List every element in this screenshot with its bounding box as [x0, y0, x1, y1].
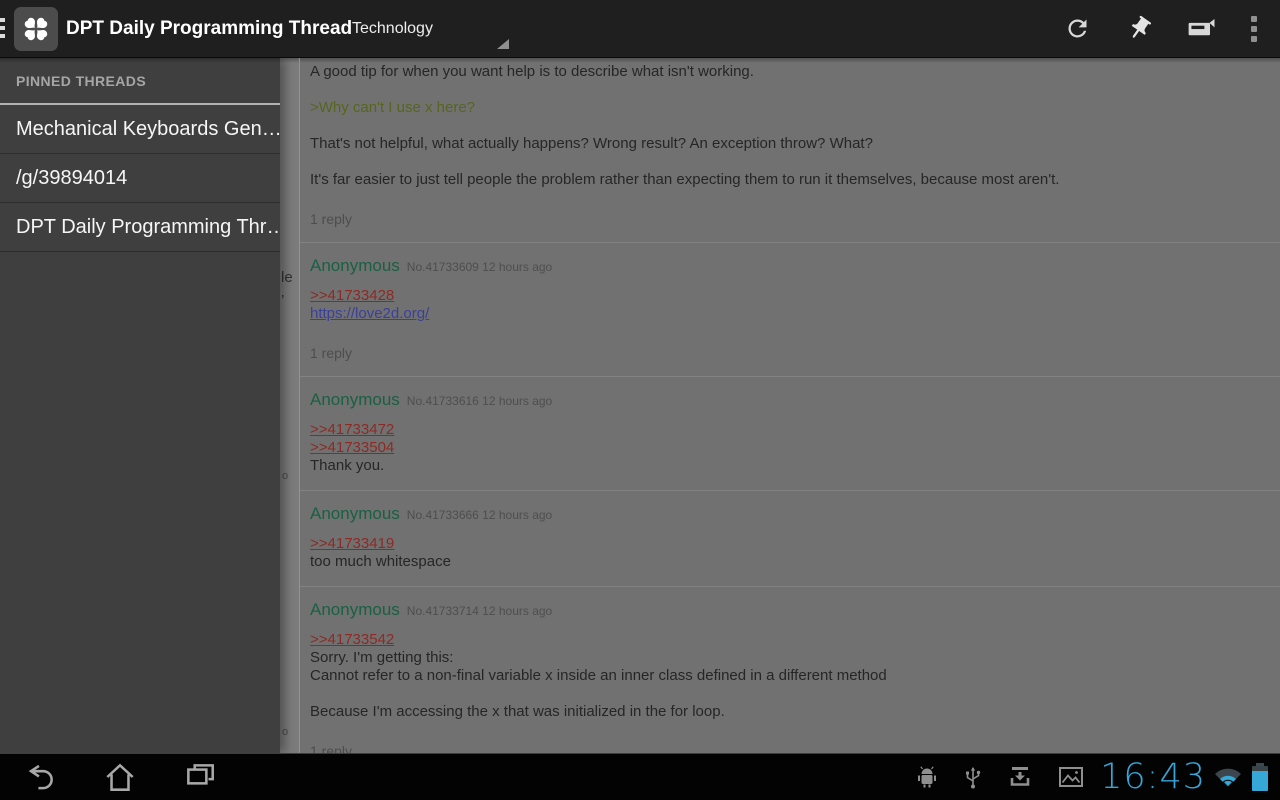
post-meta: No.41733666 12 hours ago [407, 508, 552, 522]
post[interactable]: A good tip for when you want help is to … [300, 58, 1280, 243]
pin-button[interactable] [1108, 0, 1170, 57]
clipped-text-fragment: le [281, 269, 293, 286]
recent-apps-button[interactable] [160, 754, 240, 800]
post-text: Because I'm accessing the x that was ini… [310, 703, 1268, 721]
app-logo-button[interactable] [14, 7, 58, 51]
post-meta: No.41733616 12 hours ago [407, 394, 552, 408]
quote-link[interactable]: >>41733428 [310, 287, 1268, 305]
post-meta: No.41733609 12 hours ago [407, 260, 552, 274]
greentext: >Why can't I use x here? [310, 99, 1268, 117]
post[interactable]: Anonymous No.41733616 12 hours ago >>41733… [300, 377, 1280, 491]
clover-logo-icon [18, 11, 54, 47]
quote-link[interactable]: >>41733419 [310, 535, 1268, 553]
post-header: Anonymous No.41733609 12 hours ago [310, 256, 1268, 276]
post[interactable]: Anonymous No.41733666 12 hours ago >>41733… [300, 491, 1280, 587]
underlay: le ’ o o [280, 58, 300, 753]
download-done-icon [1008, 765, 1032, 789]
blank-line [310, 81, 1268, 99]
replies-count[interactable]: 1 reply [310, 211, 1268, 227]
quote-link[interactable]: >>41733542 [310, 631, 1268, 649]
reply-button[interactable] [1170, 0, 1232, 57]
blank-line [310, 685, 1268, 703]
post-text: Cannot refer to a non-final variable x i… [310, 667, 1268, 685]
post-meta: No.41733714 12 hours ago [407, 604, 552, 618]
post[interactable]: Anonymous No.41733609 12 hours ago >>41733… [300, 243, 1280, 377]
android-debug-icon [916, 765, 938, 789]
post-text: That's not helpful, what actually happen… [310, 135, 1268, 153]
post-text: too much whitespace [310, 553, 1268, 571]
spinner-caret-icon [497, 39, 509, 49]
replies-count[interactable]: 1 reply [310, 743, 1268, 753]
poster-name: Anonymous [310, 504, 400, 523]
refresh-icon [1064, 15, 1091, 42]
poster-name: Anonymous [310, 390, 400, 409]
overflow-menu-icon [1250, 16, 1258, 42]
back-button[interactable] [0, 754, 80, 800]
refresh-button[interactable] [1046, 0, 1108, 57]
board-spinner[interactable]: Technology [352, 0, 433, 57]
clock: 16:43 [1100, 754, 1206, 800]
navigation-drawer: PINNED THREADS Mechanical Keyboards Gen…… [0, 58, 280, 753]
thread-view[interactable]: A good tip for when you want help is to … [300, 58, 1280, 753]
overflow-menu-button[interactable] [1232, 0, 1276, 57]
battery-icon [1252, 763, 1268, 791]
quote-link[interactable]: >>41733472 [310, 421, 1268, 439]
poster-name: Anonymous [310, 600, 400, 619]
home-button[interactable] [80, 754, 160, 800]
drawer-list: Mechanical Keyboards Gen…/g/39894014DPT … [0, 105, 280, 252]
clipped-text-fragment: ’ [281, 292, 284, 309]
menu-icon[interactable] [0, 18, 5, 42]
post-text: Thank you. [310, 457, 1268, 475]
back-icon [22, 759, 58, 795]
quote-link[interactable]: >>41733504 [310, 439, 1268, 457]
drawer-item[interactable]: DPT Daily Programming Thr… [0, 203, 280, 252]
post-list: A good tip for when you want help is to … [300, 58, 1280, 753]
drawer-item[interactable]: Mechanical Keyboards Gen… [0, 105, 280, 154]
drawer-header: PINNED THREADS [0, 58, 280, 105]
post-text: Sorry. I'm getting this: [310, 649, 1268, 667]
url-link[interactable]: https://love2d.org/ [310, 305, 1268, 323]
post-text: A good tip for when you want help is to … [310, 63, 1268, 81]
blank-line [310, 117, 1268, 135]
poster-name: Anonymous [310, 256, 400, 275]
post-text: It's far easier to just tell people the … [310, 171, 1268, 189]
blank-line [310, 153, 1268, 171]
post[interactable]: Anonymous No.41733714 12 hours ago >>41733… [300, 587, 1280, 753]
post-header: Anonymous No.41733666 12 hours ago [310, 504, 1268, 524]
reply-icon [1186, 15, 1216, 42]
post-header: Anonymous No.41733616 12 hours ago [310, 390, 1268, 410]
pin-icon [1126, 15, 1153, 42]
clipped-text-fragment: o [282, 726, 288, 738]
home-icon [102, 759, 138, 795]
usb-icon [964, 764, 982, 790]
recent-apps-icon [182, 759, 218, 795]
clipped-text-fragment: o [282, 470, 288, 482]
action-bar: DPT Daily Programming Thread Technology [0, 0, 1280, 58]
screenshot-image-icon [1058, 766, 1084, 788]
system-nav-bar: 16:43 [0, 753, 1280, 800]
replies-count[interactable]: 1 reply [310, 345, 1268, 361]
status-tray: 16:43 [890, 754, 1268, 800]
page-title: DPT Daily Programming Thread [66, 0, 352, 57]
post-header: Anonymous No.41733714 12 hours ago [310, 600, 1268, 620]
wifi-icon [1214, 766, 1242, 788]
drawer-item[interactable]: /g/39894014 [0, 154, 280, 203]
